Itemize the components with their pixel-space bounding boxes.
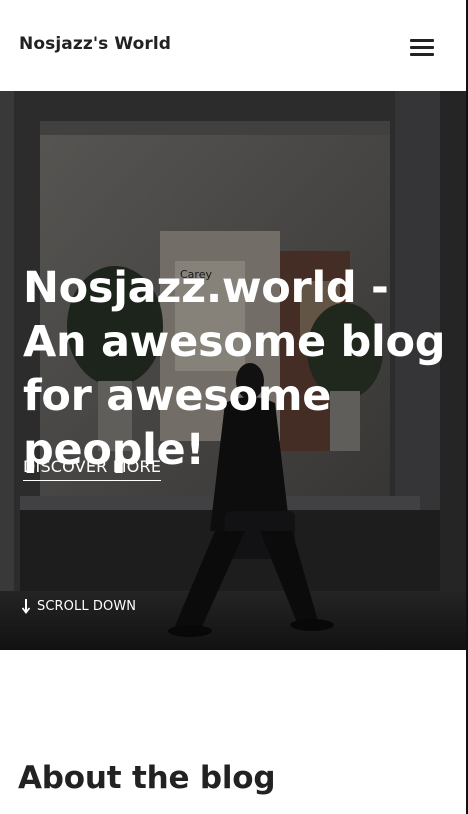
hamburger-menu-icon[interactable] xyxy=(406,34,438,60)
hero-section: Carey Nosjazz.world - An awesome blog fo… xyxy=(0,91,466,650)
site-title-link[interactable]: Nosjazz's World xyxy=(19,34,171,54)
hero-title: Nosjazz.world - An awesome blog for awes… xyxy=(23,263,446,475)
discover-more-button[interactable]: DISCOVER MORE xyxy=(23,457,162,481)
about-heading: About the blog xyxy=(18,760,276,796)
scroll-down-label: SCROLL DOWN xyxy=(37,598,137,614)
scroll-down-button[interactable]: SCROLL DOWN xyxy=(21,598,136,614)
page: Nosjazz's World Carey Nosjazz.world - An… xyxy=(0,0,468,814)
arrow-down-icon xyxy=(21,599,31,614)
site-header: Nosjazz's World xyxy=(0,0,466,91)
